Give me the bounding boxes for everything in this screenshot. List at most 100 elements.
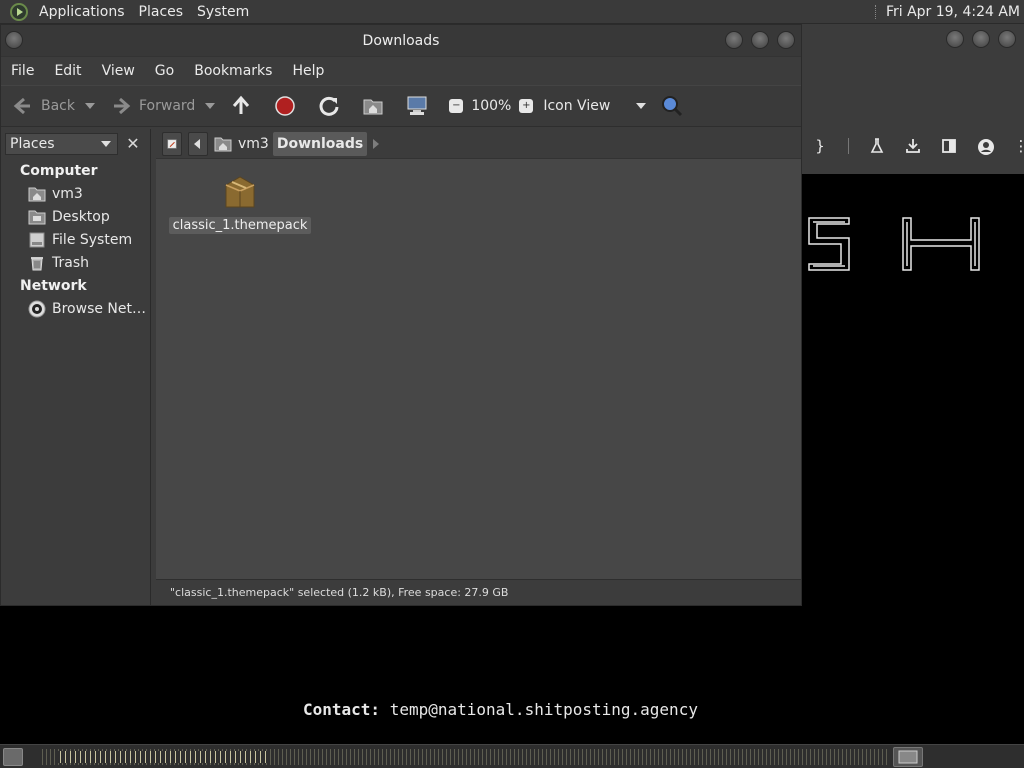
- back-button[interactable]: Back: [11, 94, 95, 118]
- zoom-level: 100%: [471, 98, 512, 114]
- breadcrumb-downloads[interactable]: Downloads: [272, 131, 368, 156]
- sidebar-section-network: Network: [20, 278, 87, 294]
- window-title: Downloads: [362, 32, 440, 49]
- flask-icon[interactable]: [869, 138, 885, 154]
- window-titlebar[interactable]: Downloads: [1, 25, 801, 57]
- sidebar-selector-value: Places: [10, 136, 55, 152]
- menu-edit[interactable]: Edit: [44, 57, 91, 85]
- home-folder-icon: [361, 94, 385, 118]
- back-label: Back: [41, 98, 75, 114]
- top-panel: Applications Places System Fri Apr 19, 4…: [0, 0, 1024, 24]
- forward-button[interactable]: Forward: [109, 94, 216, 118]
- clock-area: Fri Apr 19, 4:24 AM: [874, 0, 1024, 24]
- sidebar-item-filesystem[interactable]: File System: [1, 228, 150, 251]
- sidebar-item-trash[interactable]: Trash: [1, 251, 150, 274]
- sidebar-selector[interactable]: Places: [5, 133, 118, 155]
- forward-label: Forward: [139, 98, 196, 114]
- sidebar-item-desktop[interactable]: Desktop: [1, 205, 150, 228]
- browser-toolbar-icons: } ⋮: [802, 138, 1024, 155]
- file-name: classic_1.themepack: [168, 217, 312, 234]
- close-button[interactable]: [777, 31, 795, 49]
- back-history-dropdown[interactable]: [85, 103, 95, 109]
- workspace-switcher-icon[interactable]: [893, 747, 923, 767]
- kebab-menu-icon[interactable]: ⋮: [1013, 138, 1024, 154]
- forward-arrow-icon: [109, 94, 133, 118]
- distro-logo-icon[interactable]: [10, 2, 28, 21]
- breadcrumb-vm3[interactable]: vm3: [210, 132, 273, 156]
- sidebar-item-label: vm3: [52, 185, 83, 202]
- chevron-down-icon: [636, 103, 647, 109]
- trash-icon: [28, 254, 46, 272]
- view-mode-value: Icon View: [543, 98, 611, 114]
- network-icon: [28, 300, 46, 318]
- file-icon-view[interactable]: classic_1.themepack: [156, 159, 801, 579]
- taskbar-window-list[interactable]: [58, 751, 268, 763]
- download-icon[interactable]: [905, 138, 921, 154]
- breadcrumb-label: vm3: [238, 135, 269, 152]
- window-menu-button[interactable]: [5, 31, 23, 53]
- toolbar-divider: [848, 138, 849, 154]
- sidebar-header: Places ✕: [1, 129, 150, 159]
- reload-icon: [317, 94, 341, 118]
- menu-view[interactable]: View: [92, 57, 145, 85]
- clock[interactable]: Fri Apr 19, 4:24 AM: [886, 4, 1020, 20]
- menubar: File Edit View Go Bookmarks Help: [1, 57, 801, 85]
- forward-history-dropdown[interactable]: [205, 103, 216, 109]
- filesystem-icon: [28, 231, 46, 249]
- toggle-location-entry-button[interactable]: [162, 131, 182, 156]
- sidebar-toggle-icon[interactable]: [941, 138, 957, 154]
- bottom-panel: [0, 744, 1024, 768]
- places-menu[interactable]: Places: [132, 0, 191, 24]
- body-area: Places ✕ Computer vm3 Desktop File Syste…: [1, 129, 801, 605]
- browser-window-buttons: [946, 30, 1016, 48]
- chevron-down-icon: [101, 141, 111, 147]
- main-pane: vm3 Downloads classic_1.themepack "class…: [156, 129, 801, 605]
- menu-file[interactable]: File: [1, 57, 44, 85]
- statusbar: "classic_1.themepack" selected (1.2 kB),…: [156, 579, 801, 605]
- applications-menu[interactable]: Applications: [32, 0, 132, 24]
- menu-help[interactable]: Help: [282, 57, 334, 85]
- zoom-in-icon[interactable]: +: [519, 99, 534, 113]
- reload-button[interactable]: [317, 94, 347, 118]
- sidebar-item-vm3[interactable]: vm3: [1, 182, 150, 205]
- view-mode-select[interactable]: Icon View: [543, 98, 647, 114]
- sidebar-section-computer: Computer: [20, 163, 98, 179]
- profile-icon[interactable]: [977, 138, 994, 155]
- show-desktop-icon[interactable]: [3, 748, 23, 766]
- search-button[interactable]: [660, 94, 690, 118]
- up-arrow-icon: [229, 94, 253, 118]
- top-menu: Applications Places System: [0, 0, 256, 24]
- sidebar-item-label: Desktop: [52, 208, 110, 225]
- stop-button[interactable]: [273, 94, 303, 118]
- zoom-out-icon[interactable]: −: [449, 99, 464, 113]
- contact-line: Contact: temp@national.shitposting.agenc…: [303, 700, 698, 719]
- maximize-button[interactable]: [751, 31, 769, 49]
- toolbar: Back Forward − 100% + Icon View: [1, 85, 801, 127]
- contact-email[interactable]: temp@national.shitposting.agency: [390, 700, 698, 719]
- menu-bookmarks[interactable]: Bookmarks: [184, 57, 282, 85]
- maximize-button[interactable]: [972, 30, 990, 48]
- menu-go[interactable]: Go: [145, 57, 184, 85]
- file-manager-window[interactable]: Downloads File Edit View Go Bookmarks He…: [0, 24, 802, 606]
- sidebar-item-browse-network[interactable]: Browse Net…: [1, 297, 150, 320]
- path-scroll-right-button[interactable]: [367, 132, 383, 156]
- minimize-button[interactable]: [725, 31, 743, 49]
- computer-icon: [405, 94, 429, 118]
- system-menu[interactable]: System: [190, 0, 256, 24]
- up-button[interactable]: [229, 94, 259, 118]
- sidebar-close-icon[interactable]: ✕: [122, 133, 144, 155]
- file-item[interactable]: classic_1.themepack: [168, 173, 312, 234]
- browser-toolbar: } ⋮: [802, 56, 1024, 174]
- close-button[interactable]: [998, 30, 1016, 48]
- back-arrow-icon: [11, 94, 35, 118]
- extension-icon[interactable]: }: [812, 138, 828, 154]
- browser-titlebar[interactable]: [802, 24, 1024, 56]
- status-text: "classic_1.themepack" selected (1.2 kB),…: [170, 586, 509, 599]
- path-scroll-left-button[interactable]: [188, 131, 208, 156]
- computer-button[interactable]: [405, 94, 435, 118]
- home-folder-icon: [214, 137, 232, 151]
- search-icon: [660, 94, 684, 118]
- sidebar-item-label: File System: [52, 231, 133, 248]
- home-button[interactable]: [361, 94, 391, 118]
- minimize-button[interactable]: [946, 30, 964, 48]
